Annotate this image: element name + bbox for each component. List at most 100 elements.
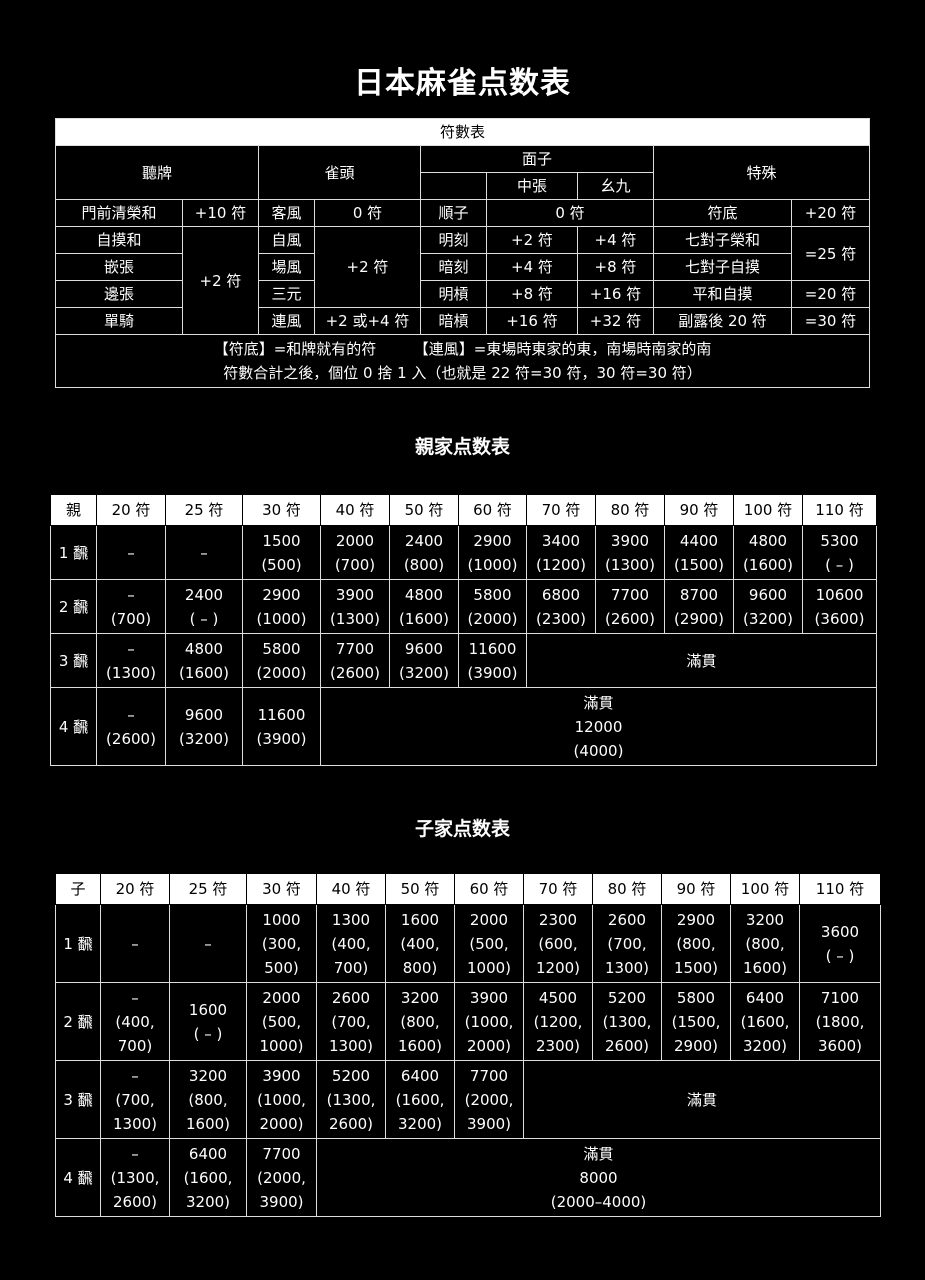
fu-notes: 【符底】=和牌就有的符 【連風】=東場時東家的東，南場時南家的南 符數合計之後，…: [54, 334, 871, 388]
score-cell: 1500 (500): [242, 525, 321, 580]
child-table-body: 子 20 符 25 符 30 符 40 符 50 符 60 符 70 符 80 符 90 符 100…: [55, 873, 881, 1217]
score-cell: –: [100, 904, 170, 983]
han-label: 1 飜: [50, 525, 97, 580]
fu-header-cell: 80 符: [592, 873, 662, 905]
han-label: 3 飜: [55, 1060, 101, 1139]
han-label: 3 飜: [50, 633, 97, 688]
score-cell: 3400 (1200): [526, 525, 596, 580]
fu-table: 符數表 聽牌 雀頭 面子 特殊 中張 幺九 門前清榮和 +10 符 客風 0 符…: [54, 118, 871, 388]
fu-value: +8 符: [577, 253, 654, 281]
fu-label: 七對子榮和: [653, 226, 792, 254]
score-cell: 2400 (800): [389, 525, 459, 580]
fu-header-cell: 30 符: [246, 873, 317, 905]
score-cell: – (1300, 2600): [100, 1138, 170, 1217]
header-jantou: 雀頭: [258, 145, 421, 200]
fu-label: 連風: [258, 307, 315, 335]
fu-label: 門前清榮和: [55, 199, 183, 227]
fu-header-cell: 25 符: [169, 873, 247, 905]
score-cell: 2600 (700, 1300): [316, 982, 386, 1061]
score-cell: 7700 (2600): [595, 579, 665, 634]
fu-table-caption: 符數表: [54, 118, 871, 146]
score-cell: 2900 (800, 1500): [661, 904, 731, 983]
header-yaochu: 幺九: [577, 172, 654, 200]
header-mentsu-blank: [420, 172, 487, 200]
score-cell: – (2600): [96, 687, 166, 766]
score-cell: 9600 (3200): [389, 633, 459, 688]
score-cell: 1300 (400, 700): [316, 904, 386, 983]
score-cell: 1600 ( – ): [169, 982, 247, 1061]
fu-label: 嵌張: [55, 253, 183, 281]
fu-value: +20 符: [790, 199, 871, 227]
score-cell: 5800 (1500, 2900): [661, 982, 731, 1061]
score-cell: 2900 (1000): [458, 525, 527, 580]
score-cell: – (1300): [96, 633, 166, 688]
fu-value: =25 符: [790, 226, 871, 281]
fu-value: +2 或+4 符: [314, 307, 421, 335]
fu-note-line: 符數合計之後，個位 0 捨 1 入（也就是 22 符=30 符，30 符=30 …: [223, 364, 702, 382]
child-score-table: 子 20 符 25 符 30 符 40 符 50 符 60 符 70 符 80 符 90 符 100…: [55, 873, 881, 1217]
score-row: 3 飜 – (700, 1300) 3200 (800, 1600) 3900 (10…: [55, 1060, 881, 1139]
fu-label: 客風: [258, 199, 315, 227]
score-cell: 9600 (3200): [165, 687, 243, 766]
han-label: 4 飜: [50, 687, 97, 766]
mangan-cell: 滿貫: [523, 1060, 881, 1139]
score-row: 4 飜 – (1300, 2600) 6400 (1600, 3200) 7700 (…: [55, 1138, 881, 1217]
score-cell: 2600 (700, 1300): [592, 904, 662, 983]
fu-note-line: 【符底】=和牌就有的符 【連風】=東場時東家的東，南場時南家的南: [213, 340, 712, 358]
score-cell: 3900 (1000, 2000): [454, 982, 524, 1061]
score-cell: 6400 (1600, 3200): [385, 1060, 455, 1139]
score-cell: –: [96, 525, 166, 580]
parent-table-body: 親 20 符 25 符 30 符 40 符 50 符 60 符 70 符 80 符 90 符 100…: [50, 494, 877, 766]
fu-label: 自風: [258, 226, 315, 254]
child-table-title: 子家点数表: [414, 818, 510, 840]
score-cell: –: [169, 904, 247, 983]
score-cell: 7700 (2000, 3900): [246, 1138, 317, 1217]
score-cell: 2000 (700): [320, 525, 390, 580]
dealer-header-cell: 親: [50, 494, 97, 526]
score-cell: – (400, 700): [100, 982, 170, 1061]
fu-header-cell: 100 符: [733, 494, 803, 526]
score-cell: – (700): [96, 579, 166, 634]
fu-header-cell: 70 符: [523, 873, 593, 905]
fu-header-cell: 60 符: [458, 494, 527, 526]
fu-header-cell: 100 符: [730, 873, 800, 905]
score-row: 2 飜 – (700) 2400 ( – ) 2900 (1000) 3900 (130…: [50, 579, 877, 634]
fu-value: +8 符: [486, 280, 578, 308]
fu-label: 暗刻: [420, 253, 487, 281]
han-label: 2 飜: [50, 579, 97, 634]
score-cell: 2400 ( – ): [165, 579, 243, 634]
parent-table-title: 親家点数表: [414, 436, 510, 458]
fu-label: 暗槓: [420, 307, 487, 335]
score-cell: 4800 (1600): [389, 579, 459, 634]
score-header-row: 子 20 符 25 符 30 符 40 符 50 符 60 符 70 符 80 符 90 符 100…: [55, 873, 881, 905]
score-cell: 5800 (2000): [242, 633, 321, 688]
score-cell: 1600 (400, 800): [385, 904, 455, 983]
score-cell: 3200 (800, 1600): [385, 982, 455, 1061]
score-cell: 7100 (1800, 3600): [799, 982, 881, 1061]
fu-header-cell: 110 符: [802, 494, 877, 526]
fu-label: 明槓: [420, 280, 487, 308]
score-cell: 3900 (1000, 2000): [246, 1060, 317, 1139]
score-cell: 3900 (1300): [320, 579, 390, 634]
fu-header-cell: 80 符: [595, 494, 665, 526]
page-title: 日本麻雀点数表: [354, 66, 571, 101]
score-cell: 8700 (2900): [664, 579, 734, 634]
score-row: 1 飜 – –1000 (300, 500) 1300 (400, 700) 1600 …: [55, 904, 881, 983]
header-tenpai: 聽牌: [55, 145, 259, 200]
fu-header-cell: 40 符: [320, 494, 390, 526]
fu-header-cell: 60 符: [454, 873, 524, 905]
dealer-header-cell: 子: [55, 873, 101, 905]
fu-header-cell: 20 符: [100, 873, 170, 905]
score-cell: 2000 (500, 1000): [246, 982, 317, 1061]
score-cell: 7700 (2000, 3900): [454, 1060, 524, 1139]
score-cell: 3900 (1300): [595, 525, 665, 580]
score-cell: 5800 (2000): [458, 579, 527, 634]
score-cell: 2900 (1000): [242, 579, 321, 634]
fu-label: 符底: [653, 199, 792, 227]
fu-header-cell: 90 符: [661, 873, 731, 905]
fu-label: 七對子自摸: [653, 253, 792, 281]
mangan-cell: 滿貫 12000 (4000): [320, 687, 877, 766]
score-cell: 3200 (800, 1600): [730, 904, 800, 983]
fu-label: 邊張: [55, 280, 183, 308]
fu-label: 明刻: [420, 226, 487, 254]
